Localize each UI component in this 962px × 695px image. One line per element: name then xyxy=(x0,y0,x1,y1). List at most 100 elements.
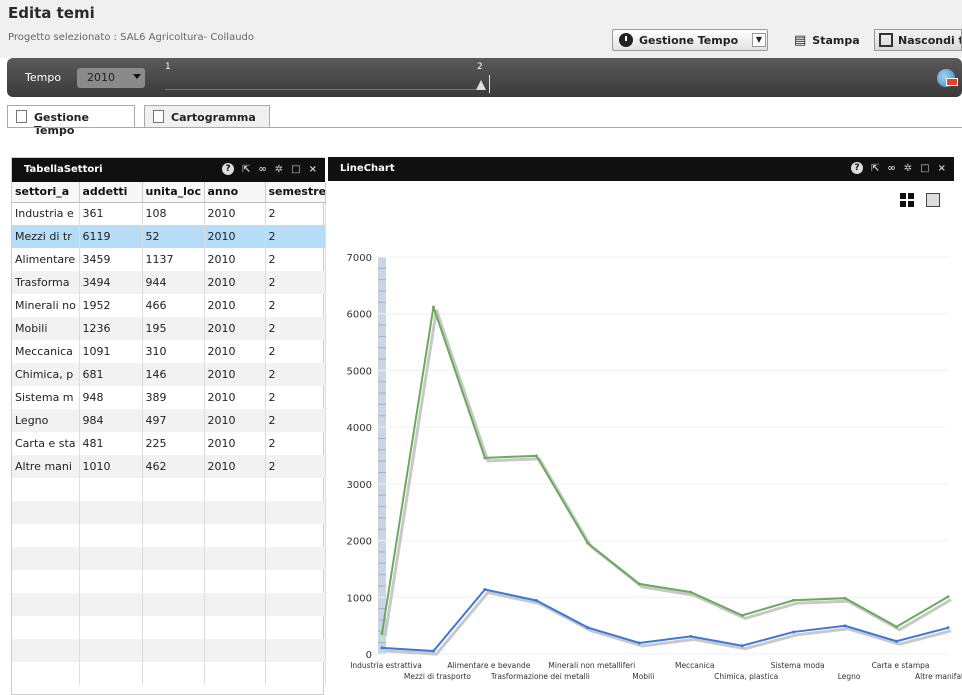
chevron-down-icon xyxy=(133,74,141,79)
tab-gestione-tempo[interactable]: Gestione Tempo xyxy=(7,105,135,137)
gestione-tempo-button[interactable]: Gestione Tempo xyxy=(612,29,768,51)
table-cell xyxy=(265,593,326,616)
y-tick-label: 6000 xyxy=(347,310,372,321)
data-point xyxy=(792,630,796,634)
table-cell: 2010 xyxy=(204,409,266,432)
table-row[interactable]: Legno 984 497 2010 2 xyxy=(12,409,326,432)
panel-header: LineChart ? ⇱ ∞ ✲ □ × xyxy=(328,157,954,181)
link-icon[interactable]: ∞ xyxy=(258,164,266,175)
time-slider[interactable]: 1 2 xyxy=(165,62,505,94)
table-row[interactable]: Meccanica 1091 310 2010 2 xyxy=(12,340,326,363)
close-icon[interactable]: × xyxy=(309,164,317,175)
column-header[interactable]: settori_a xyxy=(12,182,80,203)
panel-tools: ? ⇱ ∞ ✲ □ × xyxy=(851,162,946,174)
table-cell: Industria e xyxy=(12,202,80,225)
table-cell xyxy=(12,639,80,662)
table-cell: 2010 xyxy=(204,225,266,248)
table-cell xyxy=(204,478,266,501)
empty-row xyxy=(12,524,326,547)
table-cell: 984 xyxy=(79,409,143,432)
table-cell xyxy=(79,593,143,616)
table-cell xyxy=(142,501,205,524)
data-point xyxy=(483,456,487,460)
empty-row xyxy=(12,478,326,501)
stampa-button[interactable]: ▤ Stampa xyxy=(788,29,860,51)
maximize-icon[interactable]: □ xyxy=(920,163,929,174)
column-header[interactable]: unita_loc xyxy=(142,182,205,203)
table-cell: Trasforma xyxy=(12,271,80,294)
table-row[interactable]: Altre mani 1010 462 2010 2 xyxy=(12,455,326,478)
data-point xyxy=(534,454,538,458)
year-select[interactable]: 2010 xyxy=(77,68,145,88)
table-cell xyxy=(265,570,326,593)
table-row[interactable]: Trasforma 3494 944 2010 2 xyxy=(12,271,326,294)
table-cell: 2010 xyxy=(204,455,266,478)
x-tick-label: Carta e stampa xyxy=(872,661,930,670)
empty-row xyxy=(12,639,326,662)
table-cell: 2010 xyxy=(204,317,266,340)
table-row[interactable]: Mezzi di tr 6119 52 2010 2 xyxy=(12,225,326,248)
table-cell xyxy=(79,639,143,662)
close-icon[interactable]: × xyxy=(938,163,946,174)
table-cell xyxy=(142,639,205,662)
table-cell xyxy=(12,616,80,639)
table-cell: 2 xyxy=(265,202,326,225)
table-cell: 52 xyxy=(142,225,205,248)
document-icon xyxy=(16,110,27,123)
table-row[interactable]: Chimica, p 681 146 2010 2 xyxy=(12,363,326,386)
table-cell xyxy=(265,478,326,501)
data-point xyxy=(586,626,590,630)
table-cell: 6119 xyxy=(79,225,143,248)
gestione-tempo-dropdown-arrow[interactable]: ▼ xyxy=(752,33,766,47)
column-header[interactable]: anno xyxy=(204,182,266,203)
table-cell: Mezzi di tr xyxy=(12,225,80,248)
x-tick-label: Alimentare e bevande xyxy=(447,661,530,670)
data-point xyxy=(792,598,796,602)
table-cell: Sistema m xyxy=(12,386,80,409)
table-cell xyxy=(265,524,326,547)
export-icon[interactable]: ⇱ xyxy=(871,163,879,174)
table-cell xyxy=(79,547,143,570)
slider-thumb[interactable] xyxy=(476,80,486,90)
table-row[interactable]: Carta e sta 481 225 2010 2 xyxy=(12,432,326,455)
table-cell: Carta e sta xyxy=(12,432,80,455)
table-cell: 146 xyxy=(142,363,205,386)
table-cell: 2010 xyxy=(204,248,266,271)
table-header-row: settori_a addetti unita_loc anno semestre xyxy=(12,182,326,203)
series-line xyxy=(381,306,949,634)
table-row[interactable]: Mobili 1236 195 2010 2 xyxy=(12,317,326,340)
table-row[interactable]: Alimentare 3459 1137 2010 2 xyxy=(12,248,326,271)
table-row[interactable]: Sistema m 948 389 2010 2 xyxy=(12,386,326,409)
maximize-icon[interactable]: □ xyxy=(291,164,300,175)
table-cell xyxy=(12,570,80,593)
column-header[interactable]: semestre xyxy=(265,182,326,203)
table-cell: 1137 xyxy=(142,248,205,271)
data-point xyxy=(946,595,950,599)
help-icon[interactable]: ? xyxy=(851,162,864,174)
column-header[interactable]: addetti xyxy=(79,182,143,203)
nascondi-button[interactable]: Nascondi t xyxy=(874,29,962,51)
page-title: Edita temi xyxy=(8,4,95,22)
settings-icon[interactable]: ✲ xyxy=(904,163,912,174)
link-icon[interactable]: ∞ xyxy=(887,163,895,174)
table-row[interactable]: Minerali no 1952 466 2010 2 xyxy=(12,294,326,317)
table-cell: Mobili xyxy=(12,317,80,340)
table-cell xyxy=(12,524,80,547)
export-icon[interactable]: ⇱ xyxy=(242,164,250,175)
series-line-shadow xyxy=(384,590,952,656)
x-tick-label: Mobili xyxy=(632,672,654,681)
help-icon[interactable]: ? xyxy=(222,163,235,175)
table-cell: 466 xyxy=(142,294,205,317)
data-point xyxy=(431,305,435,309)
tab-cartogramma[interactable]: Cartogramma xyxy=(144,105,270,127)
settings-icon[interactable]: ✲ xyxy=(275,164,283,175)
table-cell: 2 xyxy=(265,294,326,317)
globe-icon[interactable] xyxy=(937,69,958,87)
table-cell xyxy=(79,478,143,501)
data-point xyxy=(431,649,435,653)
table-row[interactable]: Industria e 361 108 2010 2 xyxy=(12,202,326,225)
table-cell: 2010 xyxy=(204,271,266,294)
table-cell: 2010 xyxy=(204,294,266,317)
data-point xyxy=(895,639,899,643)
table-cell: 1010 xyxy=(79,455,143,478)
